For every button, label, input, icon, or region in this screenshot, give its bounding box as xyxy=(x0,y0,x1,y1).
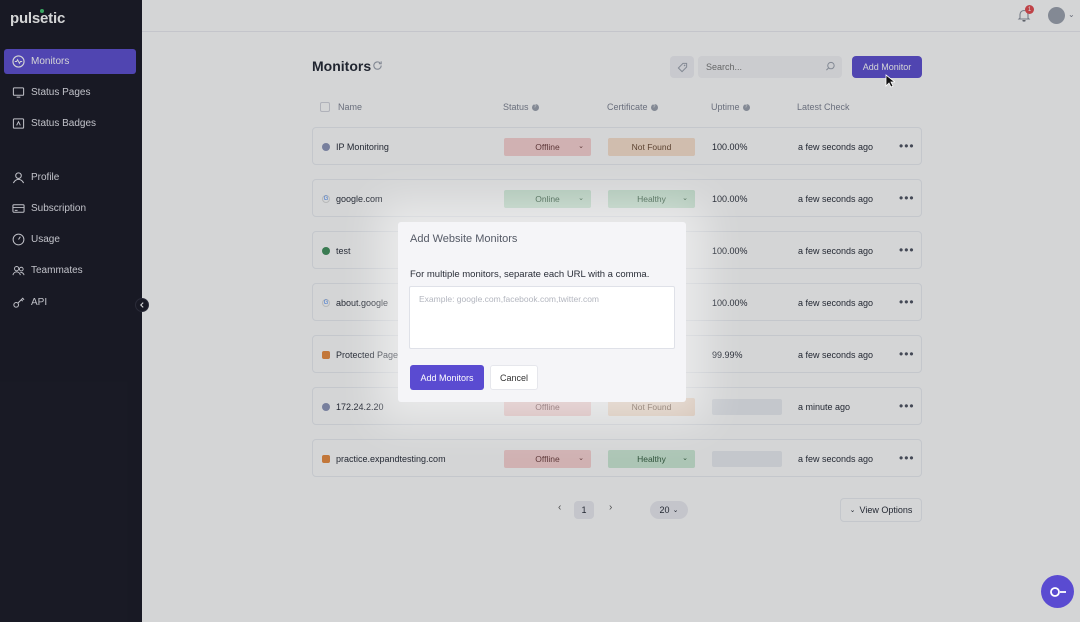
support-chat-button[interactable] xyxy=(1041,575,1074,608)
add-monitors-button[interactable]: Add Monitors xyxy=(410,365,484,390)
dialog-help-text: For multiple monitors, separate each URL… xyxy=(410,269,650,280)
chat-icon xyxy=(1049,586,1066,597)
dialog-title: Add Website Monitors xyxy=(410,233,518,245)
add-website-monitors-dialog: Add Website Monitors For multiple monito… xyxy=(398,222,686,402)
cancel-button[interactable]: Cancel xyxy=(490,365,538,390)
urls-textarea[interactable] xyxy=(409,286,675,349)
mouse-cursor-icon xyxy=(885,74,895,88)
